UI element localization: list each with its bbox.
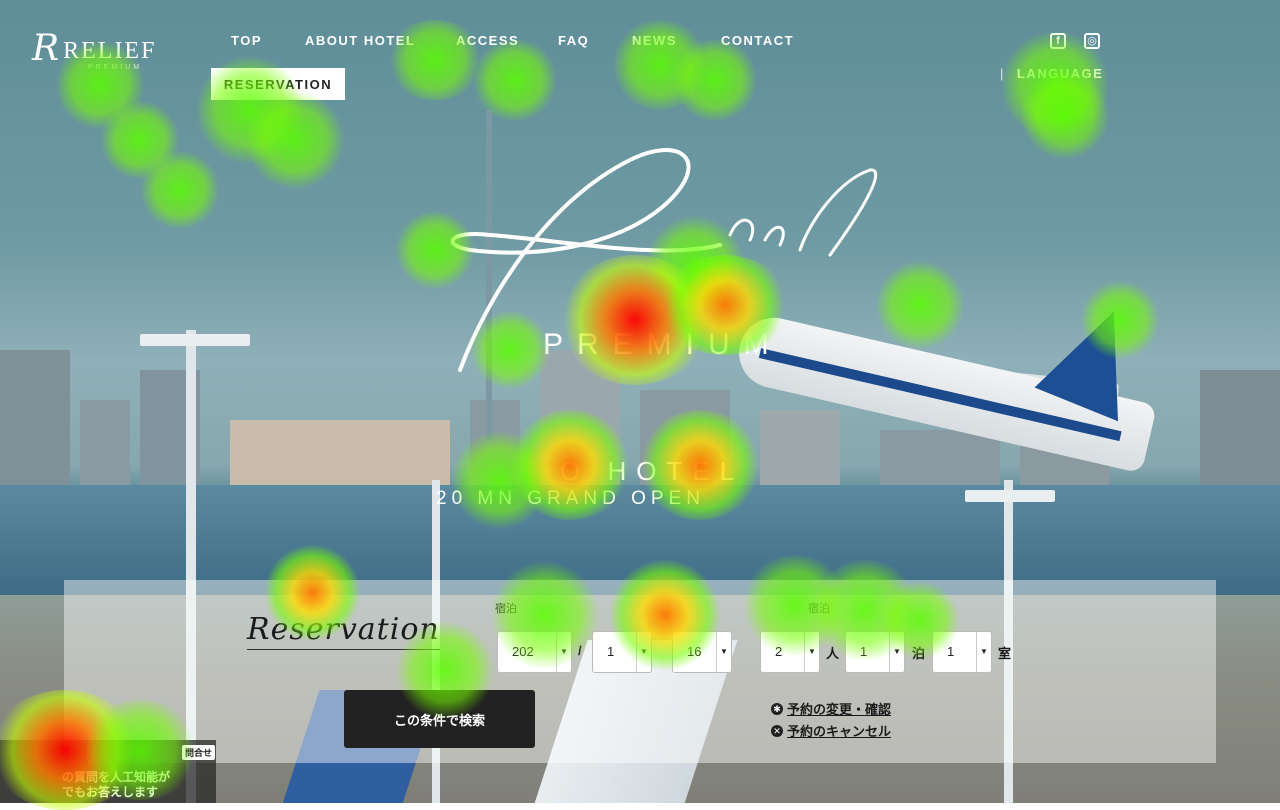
logo-text: RELIEF	[63, 38, 157, 64]
nav-about-hotel[interactable]: ABOUT HOTEL	[305, 33, 415, 48]
guests-select[interactable]: 2 ▼	[760, 631, 820, 673]
nights-unit: 泊	[912, 646, 926, 661]
hero-opening-text: 20 MN GRAND OPEN	[436, 488, 705, 509]
reservation-title: Reservation	[247, 612, 440, 650]
cancel-reservation-link[interactable]: ✕ 予約のキャンセル	[771, 721, 891, 740]
nav-news[interactable]: NEWS	[632, 33, 677, 48]
logo-subtext: PREMIUM	[88, 64, 143, 71]
nav-access[interactable]: ACCESS	[456, 33, 519, 48]
checkin-label: 宿泊	[495, 603, 517, 615]
reservation-button[interactable]: RESERVATION	[211, 68, 345, 100]
language-selector[interactable]: | LANGUAGE	[1000, 66, 1103, 81]
date-separator: /	[578, 643, 582, 658]
nav-faq[interactable]: FAQ	[558, 33, 589, 48]
chevron-down-icon: ▼	[636, 632, 651, 672]
hero-premium-text: PREMIUM	[543, 328, 783, 361]
rooms-select[interactable]: 1 ▼	[932, 631, 992, 673]
search-button[interactable]: この条件で検索	[344, 690, 535, 748]
ai-chat-widget[interactable]: 問合せ の質問を人工知能が でもお答えします	[0, 740, 216, 803]
nav-contact[interactable]: CONTACT	[721, 33, 794, 48]
gear-icon: ✱	[771, 702, 783, 715]
nav-top[interactable]: TOP	[231, 33, 262, 48]
change-reservation-link[interactable]: ✱ 予約の変更・確認	[771, 699, 891, 718]
day-select[interactable]: 16 ▼	[672, 631, 732, 673]
site-logo[interactable]: R RELIEF PREMIUM	[32, 28, 157, 72]
chevron-down-icon: ▼	[976, 632, 991, 672]
instagram-icon[interactable]: ◎	[1084, 33, 1100, 49]
year-select[interactable]: 202 ▼	[497, 631, 572, 673]
guests-label: 宿泊	[808, 603, 830, 615]
chevron-down-icon: ▼	[804, 632, 819, 672]
logo-mark: R	[32, 28, 60, 69]
chat-message-line2: でもお答えします	[62, 785, 159, 799]
facebook-icon[interactable]: f	[1050, 33, 1066, 49]
chevron-down-icon: ▼	[716, 632, 731, 672]
rooms-unit: 室	[998, 646, 1012, 661]
chevron-down-icon: ▼	[556, 632, 571, 672]
hero-hotel-name: O HOTEL	[560, 456, 745, 486]
language-label: LANGUAGE	[1016, 66, 1104, 81]
close-icon: ✕	[771, 724, 783, 737]
social-links: f ◎	[1050, 33, 1100, 49]
nights-select[interactable]: 1 ▼	[845, 631, 905, 673]
chevron-down-icon: ▼	[889, 632, 904, 672]
chat-badge: 問合せ	[182, 745, 216, 760]
month-select[interactable]: 1 ▼	[592, 631, 652, 673]
guests-unit: 人	[826, 646, 840, 661]
